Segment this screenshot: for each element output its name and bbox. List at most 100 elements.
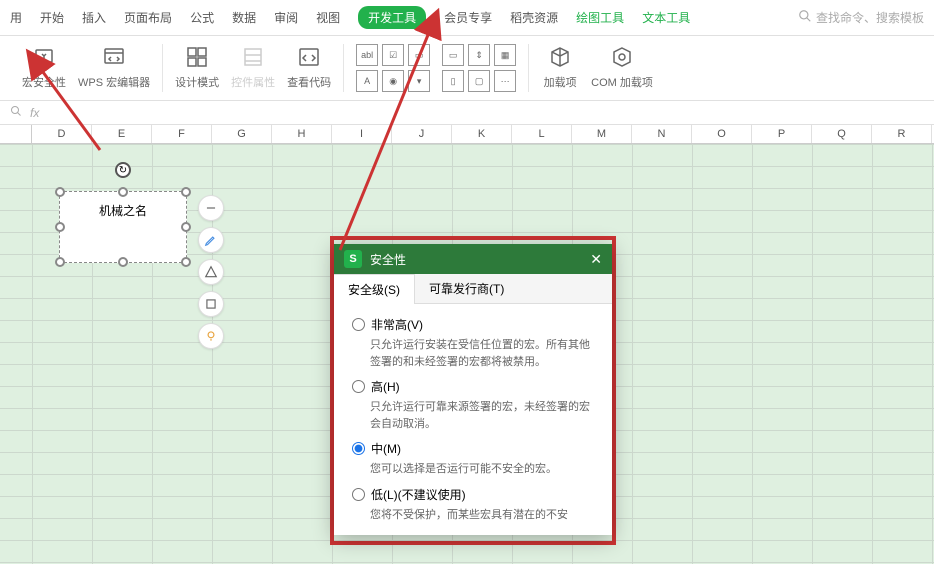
col-header[interactable]: K <box>452 125 512 143</box>
col-header[interactable]: F <box>152 125 212 143</box>
cube-icon <box>547 44 573 70</box>
col-header[interactable]: I <box>332 125 392 143</box>
ctrl-button-icon[interactable]: ▭ <box>442 44 464 66</box>
tab-trusted-publisher[interactable]: 可靠发行商(T) <box>415 274 518 303</box>
menu-item-file[interactable]: 用 <box>10 9 22 26</box>
radio-high[interactable]: 高(H) <box>352 378 594 395</box>
editor-icon <box>101 44 127 70</box>
col-header[interactable]: D <box>32 125 92 143</box>
col-header[interactable]: G <box>212 125 272 143</box>
ctrl-checkbox-icon[interactable]: ☑ <box>382 44 404 66</box>
design-mode-button[interactable]: 设计模式 <box>175 44 219 90</box>
resize-handle[interactable] <box>118 257 128 267</box>
resize-handle[interactable] <box>55 257 65 267</box>
menu-item-texttool[interactable]: 文本工具 <box>642 9 690 26</box>
col-header[interactable]: O <box>692 125 752 143</box>
app-s-icon: S <box>344 250 362 268</box>
textbox-text: 机械之名 <box>99 202 147 219</box>
close-button[interactable]: ✕ <box>590 251 602 268</box>
code-icon <box>296 44 322 70</box>
resize-handle[interactable] <box>181 257 191 267</box>
menu-item-pagelayout[interactable]: 页面布局 <box>124 9 172 26</box>
col-header[interactable]: P <box>752 125 812 143</box>
menu-item-member[interactable]: 会员专享 <box>444 9 492 26</box>
ctrl-image-icon[interactable]: ▦ <box>494 44 516 66</box>
resize-handle[interactable] <box>181 187 191 197</box>
menu-item-view[interactable]: 视图 <box>316 9 340 26</box>
dialog-title: 安全性 <box>370 251 406 268</box>
dialog-body: 非常高(V) 只允许运行安装在受信任位置的宏。所有其他签署的和未经签署的宏都将被… <box>334 304 612 535</box>
macro-security-button[interactable]: 宏安全性 <box>22 44 66 90</box>
col-header[interactable]: J <box>392 125 452 143</box>
menu-item-data[interactable]: 数据 <box>232 9 256 26</box>
ctrl-list-icon[interactable]: ▭ <box>408 44 430 66</box>
radio-low[interactable]: 低(L)(不建议使用) <box>352 486 594 503</box>
control-palette-2[interactable]: ▭ ⇕ ▦ ▯ ▢ ⋯ <box>442 44 516 92</box>
shield-icon <box>31 44 57 70</box>
col-header[interactable]: R <box>872 125 932 143</box>
gear-cube-icon <box>609 44 635 70</box>
selected-textbox[interactable]: 机械之名 ↻ <box>59 191 187 263</box>
col-header[interactable]: N <box>632 125 692 143</box>
ctrl-more-icon[interactable]: ⋯ <box>494 70 516 92</box>
ctrl-text-icon[interactable]: A <box>356 70 378 92</box>
ctrl-combo-icon[interactable]: ▾ <box>408 70 430 92</box>
dialog-titlebar[interactable]: S 安全性 ✕ <box>334 244 612 274</box>
desc-medium: 您可以选择是否运行可能不安全的宏。 <box>370 461 594 478</box>
ctrl-radio-icon[interactable]: ◉ <box>382 70 404 92</box>
desc-low: 您将不受保护，而某些宏具有潜在的不安 <box>370 507 594 524</box>
menu-bar: 用 开始 插入 页面布局 公式 数据 审阅 视图 开发工具 会员专享 稻壳资源 … <box>0 0 934 36</box>
shape-button[interactable] <box>198 259 224 285</box>
desc-very-high: 只允许运行安装在受信任位置的宏。所有其他签署的和未经签署的宏都将被禁用。 <box>370 337 594 370</box>
menu-item-docer[interactable]: 稻壳资源 <box>510 9 558 26</box>
ctrl-toggle-icon[interactable]: ▢ <box>468 70 490 92</box>
dialog-tabs: 安全级(S) 可靠发行商(T) <box>334 274 612 304</box>
menu-item-devtools[interactable]: 开发工具 <box>358 6 426 29</box>
minus-button[interactable] <box>198 195 224 221</box>
menu-item-review[interactable]: 审阅 <box>274 9 298 26</box>
menu-item-start[interactable]: 开始 <box>40 9 64 26</box>
tab-security-level[interactable]: 安全级(S) <box>334 274 415 304</box>
control-palette[interactable]: abl ☑ ▭ A ◉ ▾ <box>356 44 430 92</box>
search-icon-small <box>10 105 22 120</box>
radio-very-high[interactable]: 非常高(V) <box>352 316 594 333</box>
desc-high: 只允许运行可靠来源签署的宏，未经签署的宏会自动取消。 <box>370 399 594 432</box>
ctrl-spin-icon[interactable]: ⇕ <box>468 44 490 66</box>
col-header[interactable]: L <box>512 125 572 143</box>
select-all-corner[interactable] <box>0 125 32 143</box>
resize-handle[interactable] <box>55 222 65 232</box>
rotate-handle[interactable]: ↻ <box>115 162 131 178</box>
menu-item-formula[interactable]: 公式 <box>190 9 214 26</box>
security-dialog: S 安全性 ✕ 安全级(S) 可靠发行商(T) 非常高(V) 只允许运行安装在受… <box>334 244 612 535</box>
addin-button[interactable]: 加载项 <box>541 44 579 90</box>
hint-button[interactable] <box>198 323 224 349</box>
col-header[interactable]: Q <box>812 125 872 143</box>
formula-bar[interactable]: fx <box>0 101 934 125</box>
wps-macro-editor-button[interactable]: WPS 宏编辑器 <box>78 44 150 90</box>
edit-button[interactable] <box>198 227 224 253</box>
col-header[interactable]: H <box>272 125 332 143</box>
search-icon <box>798 9 812 26</box>
design-icon <box>184 44 210 70</box>
format-button[interactable] <box>198 291 224 317</box>
resize-handle[interactable] <box>118 187 128 197</box>
floating-toolbar <box>198 195 224 349</box>
ctrl-scroll-icon[interactable]: ▯ <box>442 70 464 92</box>
fx-label: fx <box>30 106 39 120</box>
column-headers: D E F G H I J K L M N O P Q R <box>0 125 934 144</box>
radio-medium[interactable]: 中(M) <box>352 440 594 457</box>
resize-handle[interactable] <box>181 222 191 232</box>
menu-item-drawtool[interactable]: 绘图工具 <box>576 9 624 26</box>
col-header[interactable]: M <box>572 125 632 143</box>
ctrl-label-icon[interactable]: abl <box>356 44 378 66</box>
col-header[interactable]: E <box>92 125 152 143</box>
resize-handle[interactable] <box>55 187 65 197</box>
search-placeholder: 查找命令、搜索模板 <box>816 9 924 26</box>
view-code-button[interactable]: 查看代码 <box>287 44 331 90</box>
annotation-red-box: S 安全性 ✕ 安全级(S) 可靠发行商(T) 非常高(V) 只允许运行安装在受… <box>330 236 616 545</box>
search-box[interactable]: 查找命令、搜索模板 <box>798 9 924 26</box>
com-addin-button[interactable]: COM 加载项 <box>591 44 653 90</box>
menu-item-insert[interactable]: 插入 <box>82 9 106 26</box>
ribbon-toolbar: 宏安全性 WPS 宏编辑器 设计模式 控件属性 查看代码 abl ☑ ▭ A ◉… <box>0 36 934 101</box>
spreadsheet-grid[interactable]: 机械之名 ↻ S 安全性 ✕ 安全级(S) 可靠发行商(T) <box>0 144 934 564</box>
